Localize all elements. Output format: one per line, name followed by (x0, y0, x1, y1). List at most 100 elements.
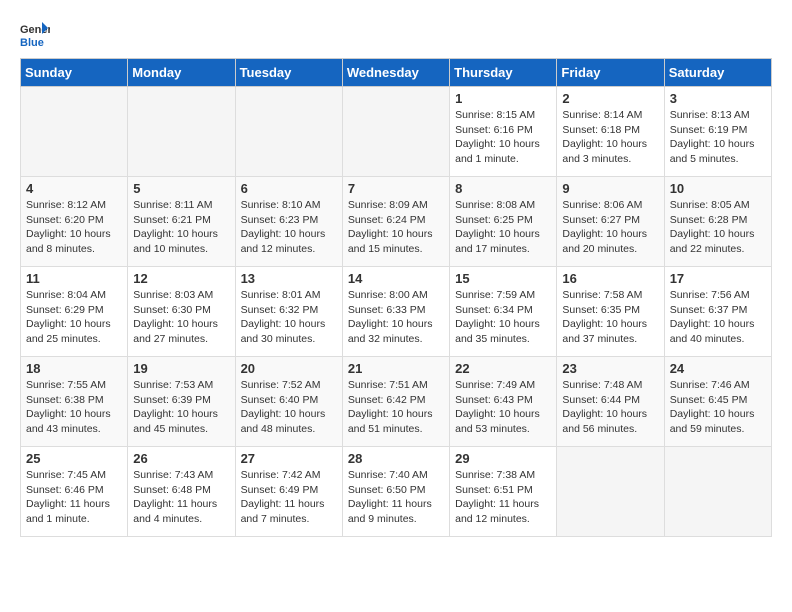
calendar-cell: 1 Sunrise: 8:15 AM Sunset: 6:16 PM Daylig… (450, 87, 557, 177)
day-info: Sunrise: 7:51 AM Sunset: 6:42 PM Dayligh… (348, 378, 444, 437)
calendar-cell (342, 87, 449, 177)
calendar-cell: 28 Sunrise: 7:40 AM Sunset: 6:50 PM Dayli… (342, 447, 449, 537)
day-info: Sunrise: 7:45 AM Sunset: 6:46 PM Dayligh… (26, 468, 122, 527)
day-number: 24 (670, 361, 766, 376)
calendar-cell: 25 Sunrise: 7:45 AM Sunset: 6:46 PM Dayli… (21, 447, 128, 537)
day-number: 12 (133, 271, 229, 286)
calendar-cell: 22 Sunrise: 7:49 AM Sunset: 6:43 PM Dayli… (450, 357, 557, 447)
weekday-header-monday: Monday (128, 59, 235, 87)
day-number: 10 (670, 181, 766, 196)
day-number: 6 (241, 181, 337, 196)
calendar-cell: 8 Sunrise: 8:08 AM Sunset: 6:25 PM Daylig… (450, 177, 557, 267)
day-info: Sunrise: 8:03 AM Sunset: 6:30 PM Dayligh… (133, 288, 229, 347)
calendar-cell: 24 Sunrise: 7:46 AM Sunset: 6:45 PM Dayli… (664, 357, 771, 447)
day-info: Sunrise: 8:01 AM Sunset: 6:32 PM Dayligh… (241, 288, 337, 347)
logo-icon: General Blue (20, 20, 50, 48)
calendar-cell (128, 87, 235, 177)
day-number: 19 (133, 361, 229, 376)
day-number: 3 (670, 91, 766, 106)
calendar-table: SundayMondayTuesdayWednesdayThursdayFrid… (20, 58, 772, 537)
day-number: 27 (241, 451, 337, 466)
day-info: Sunrise: 7:38 AM Sunset: 6:51 PM Dayligh… (455, 468, 551, 527)
day-info: Sunrise: 7:53 AM Sunset: 6:39 PM Dayligh… (133, 378, 229, 437)
calendar-cell: 26 Sunrise: 7:43 AM Sunset: 6:48 PM Dayli… (128, 447, 235, 537)
svg-text:Blue: Blue (20, 37, 44, 48)
day-info: Sunrise: 7:52 AM Sunset: 6:40 PM Dayligh… (241, 378, 337, 437)
week-row-2: 4 Sunrise: 8:12 AM Sunset: 6:20 PM Daylig… (21, 177, 772, 267)
day-info: Sunrise: 8:05 AM Sunset: 6:28 PM Dayligh… (670, 198, 766, 257)
day-number: 21 (348, 361, 444, 376)
day-info: Sunrise: 8:08 AM Sunset: 6:25 PM Dayligh… (455, 198, 551, 257)
day-info: Sunrise: 8:15 AM Sunset: 6:16 PM Dayligh… (455, 108, 551, 167)
calendar-cell: 19 Sunrise: 7:53 AM Sunset: 6:39 PM Dayli… (128, 357, 235, 447)
week-row-4: 18Sunrise: 7:55 AM Sunset: 6:38 PM Dayli… (21, 357, 772, 447)
calendar-cell: 9Sunrise: 8:06 AM Sunset: 6:27 PM Daylig… (557, 177, 664, 267)
calendar-cell: 7 Sunrise: 8:09 AM Sunset: 6:24 PM Daylig… (342, 177, 449, 267)
weekday-header-sunday: Sunday (21, 59, 128, 87)
day-number: 22 (455, 361, 551, 376)
day-info: Sunrise: 7:49 AM Sunset: 6:43 PM Dayligh… (455, 378, 551, 437)
day-number: 11 (26, 271, 122, 286)
calendar-cell: 4 Sunrise: 8:12 AM Sunset: 6:20 PM Daylig… (21, 177, 128, 267)
week-row-1: 1 Sunrise: 8:15 AM Sunset: 6:16 PM Daylig… (21, 87, 772, 177)
calendar-cell (664, 447, 771, 537)
calendar-cell: 6 Sunrise: 8:10 AM Sunset: 6:23 PM Daylig… (235, 177, 342, 267)
day-info: Sunrise: 7:46 AM Sunset: 6:45 PM Dayligh… (670, 378, 766, 437)
day-number: 8 (455, 181, 551, 196)
day-info: Sunrise: 7:43 AM Sunset: 6:48 PM Dayligh… (133, 468, 229, 527)
weekday-header-row: SundayMondayTuesdayWednesdayThursdayFrid… (21, 59, 772, 87)
weekday-header-friday: Friday (557, 59, 664, 87)
day-number: 16 (562, 271, 658, 286)
day-number: 23 (562, 361, 658, 376)
day-number: 29 (455, 451, 551, 466)
day-number: 26 (133, 451, 229, 466)
calendar-cell: 11 Sunrise: 8:04 AM Sunset: 6:29 PM Dayli… (21, 267, 128, 357)
day-info: Sunrise: 7:55 AM Sunset: 6:38 PM Dayligh… (26, 378, 122, 437)
day-number: 7 (348, 181, 444, 196)
day-number: 20 (241, 361, 337, 376)
day-number: 13 (241, 271, 337, 286)
day-info: Sunrise: 8:00 AM Sunset: 6:33 PM Dayligh… (348, 288, 444, 347)
day-number: 17 (670, 271, 766, 286)
day-info: Sunrise: 7:48 AM Sunset: 6:44 PM Dayligh… (562, 378, 658, 437)
weekday-header-tuesday: Tuesday (235, 59, 342, 87)
day-info: Sunrise: 8:12 AM Sunset: 6:20 PM Dayligh… (26, 198, 122, 257)
day-number: 4 (26, 181, 122, 196)
week-row-3: 11 Sunrise: 8:04 AM Sunset: 6:29 PM Dayli… (21, 267, 772, 357)
page-header: General Blue (20, 20, 772, 48)
calendar-cell: 12 Sunrise: 8:03 AM Sunset: 6:30 PM Dayli… (128, 267, 235, 357)
calendar-cell: 10 Sunrise: 8:05 AM Sunset: 6:28 PM Dayli… (664, 177, 771, 267)
calendar-cell: 16Sunrise: 7:58 AM Sunset: 6:35 PM Dayli… (557, 267, 664, 357)
logo: General Blue (20, 20, 54, 48)
day-number: 9 (562, 181, 658, 196)
calendar-cell: 5 Sunrise: 8:11 AM Sunset: 6:21 PM Daylig… (128, 177, 235, 267)
day-number: 28 (348, 451, 444, 466)
day-info: Sunrise: 8:11 AM Sunset: 6:21 PM Dayligh… (133, 198, 229, 257)
weekday-header-saturday: Saturday (664, 59, 771, 87)
calendar-cell: 3 Sunrise: 8:13 AM Sunset: 6:19 PM Daylig… (664, 87, 771, 177)
day-number: 1 (455, 91, 551, 106)
day-info: Sunrise: 7:40 AM Sunset: 6:50 PM Dayligh… (348, 468, 444, 527)
day-number: 5 (133, 181, 229, 196)
day-info: Sunrise: 8:04 AM Sunset: 6:29 PM Dayligh… (26, 288, 122, 347)
calendar-cell: 27 Sunrise: 7:42 AM Sunset: 6:49 PM Dayli… (235, 447, 342, 537)
calendar-cell: 29 Sunrise: 7:38 AM Sunset: 6:51 PM Dayli… (450, 447, 557, 537)
day-info: Sunrise: 8:14 AM Sunset: 6:18 PM Dayligh… (562, 108, 658, 167)
calendar-cell: 18Sunrise: 7:55 AM Sunset: 6:38 PM Dayli… (21, 357, 128, 447)
calendar-cell (557, 447, 664, 537)
calendar-cell: 14 Sunrise: 8:00 AM Sunset: 6:33 PM Dayli… (342, 267, 449, 357)
day-info: Sunrise: 7:42 AM Sunset: 6:49 PM Dayligh… (241, 468, 337, 527)
day-number: 25 (26, 451, 122, 466)
calendar-cell: 15Sunrise: 7:59 AM Sunset: 6:34 PM Dayli… (450, 267, 557, 357)
day-info: Sunrise: 8:09 AM Sunset: 6:24 PM Dayligh… (348, 198, 444, 257)
weekday-header-wednesday: Wednesday (342, 59, 449, 87)
calendar-cell: 20 Sunrise: 7:52 AM Sunset: 6:40 PM Dayli… (235, 357, 342, 447)
day-info: Sunrise: 8:10 AM Sunset: 6:23 PM Dayligh… (241, 198, 337, 257)
calendar-cell: 2Sunrise: 8:14 AM Sunset: 6:18 PM Daylig… (557, 87, 664, 177)
day-number: 14 (348, 271, 444, 286)
calendar-cell (21, 87, 128, 177)
week-row-5: 25 Sunrise: 7:45 AM Sunset: 6:46 PM Dayli… (21, 447, 772, 537)
day-info: Sunrise: 8:13 AM Sunset: 6:19 PM Dayligh… (670, 108, 766, 167)
day-number: 15 (455, 271, 551, 286)
calendar-cell: 17Sunrise: 7:56 AM Sunset: 6:37 PM Dayli… (664, 267, 771, 357)
